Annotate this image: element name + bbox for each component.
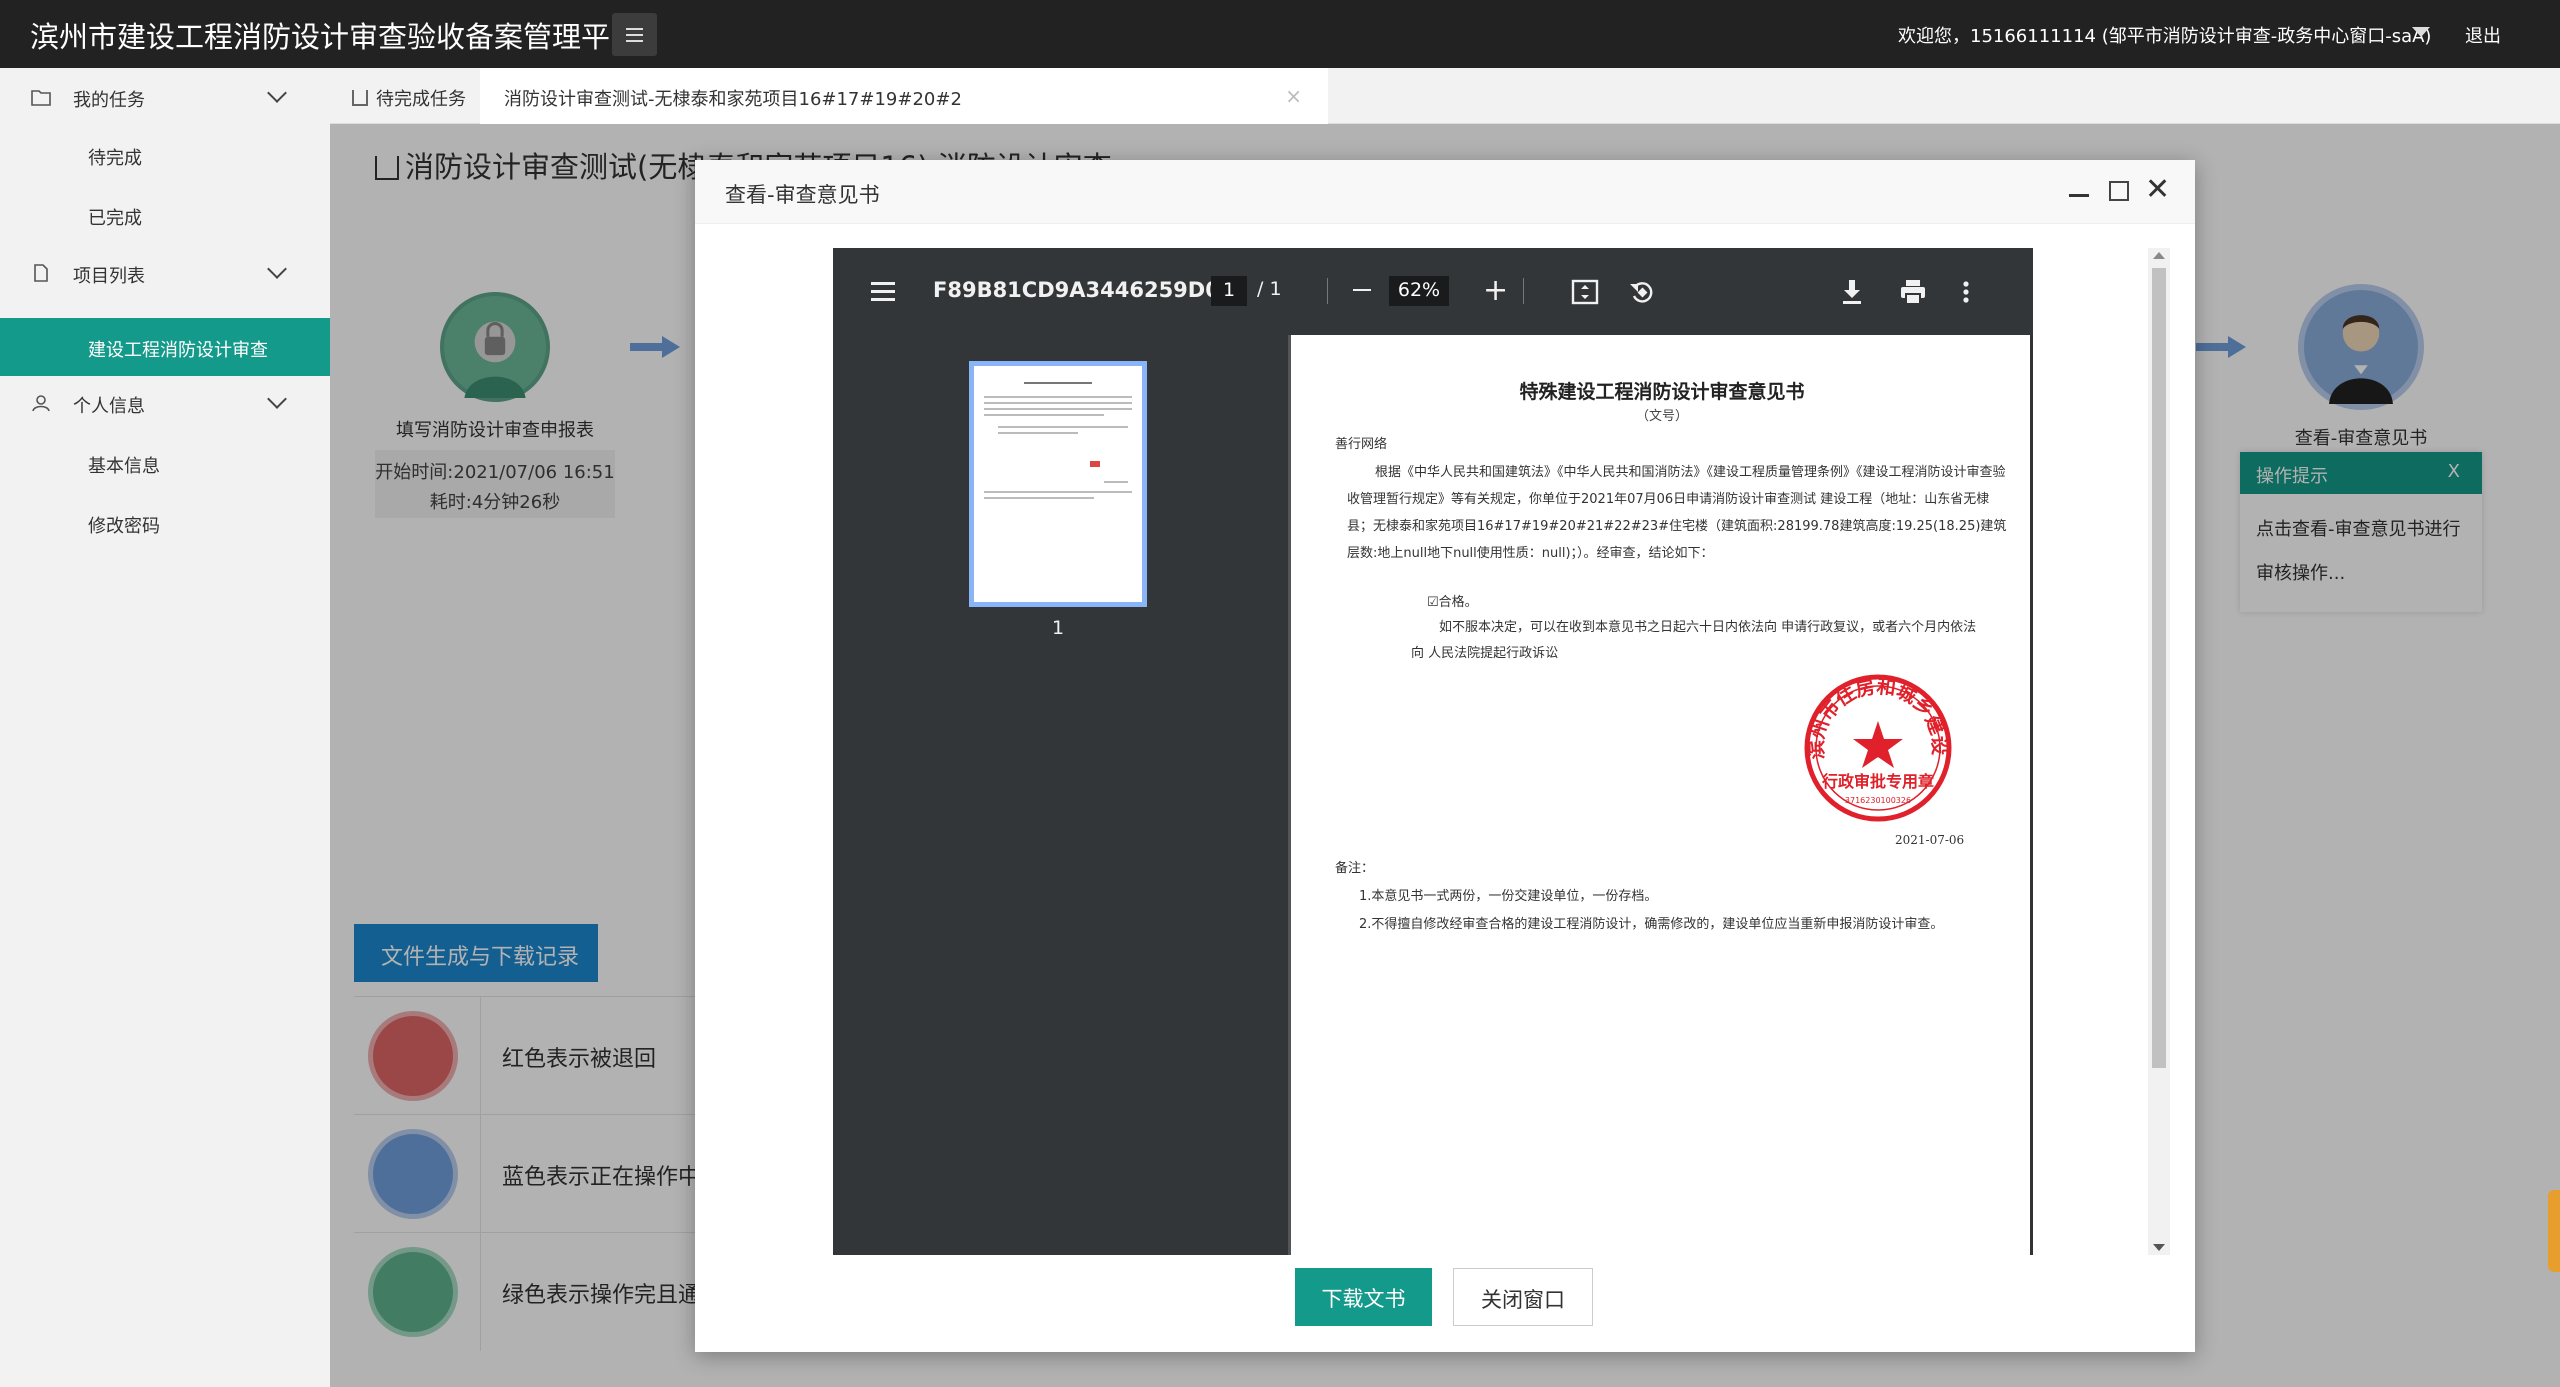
sidebar-group-projects[interactable]: 项目列表 [0,244,330,302]
divider [1327,278,1328,304]
file-icon [34,264,48,282]
top-header: 滨州市建设工程消防设计审查验收备案管理平台 欢迎您，15166111114 (邹… [0,0,2560,68]
modal-header: 查看-审查意见书 ✕ [695,160,2195,224]
sidebar-group-personal[interactable]: 个人信息 [0,374,330,432]
tab-current-project[interactable]: 消防设计审查测试-无棣泰和家苑项目16#17#19#20#2 × [480,68,1328,124]
thumbnail-page-number: 1 [1052,617,1065,639]
chevron-down-icon [267,259,287,279]
document-appeal: 如不服本决定，可以在收到本意见书之日起六十日内依法向 申请行政复议，或者六个月内… [1411,620,1977,661]
document-notes-heading: 备注： [1335,861,1375,876]
divider [1523,278,1524,304]
sidebar-item-label: 修改密码 [88,516,160,537]
more-options-icon[interactable] [1961,278,1971,306]
page-number-input[interactable]: 1 [1211,276,1247,306]
document-note: 1.本意见书一式两份，一份交建设单位，一份存档。 [1359,889,1658,904]
sidebar-group-label: 项目列表 [73,266,145,287]
pdf-viewer: F89B81CD9A3446259D0... 1 / 1 62% + 1 特殊建… [833,248,2033,1255]
folder-icon [31,90,51,106]
page-thumbnail[interactable] [969,361,1147,607]
modal-scrollbar[interactable] [2148,248,2170,1255]
minimize-icon[interactable] [2069,194,2089,197]
document-conclusion: ☑合格。 [1427,595,1478,610]
zoom-out-button[interactable] [1353,289,1371,291]
tab-bar: 待完成任务 消防设计审查测试-无棣泰和家苑项目16#17#19#20#2 × [330,68,2560,124]
tab-label: 待完成任务 [376,89,466,110]
modal-title: 查看-审查意见书 [725,183,880,207]
menu-toggle-button[interactable] [612,13,657,56]
document-note: 2.不得擅自修改经审查合格的建设工程消防设计，确需修改的，建设单位应当重新申报消… [1359,917,1944,932]
menu-icon[interactable] [871,282,895,306]
maximize-icon[interactable] [2109,181,2129,201]
caret-down-icon[interactable] [2412,27,2430,37]
sidebar-item-change-password[interactable]: 修改密码 [0,494,330,552]
view-opinion-modal: 查看-审查意见书 ✕ F89B81CD9A3446259D0... 1 / 1 … [695,160,2195,1352]
page-total: / 1 [1257,278,1282,300]
tab-pending-tasks[interactable]: 待完成任务 [352,68,466,124]
document-title: 特殊建设工程消防设计审查意见书 [1519,381,1805,403]
user-icon [32,395,50,412]
document-body: 根据《中华人民共和国建筑法》《中华人民共和国消防法》《建设工程质量管理条例》《建… [1347,465,2007,561]
close-window-button[interactable]: 关闭窗口 [1453,1268,1593,1326]
sidebar-group-label: 我的任务 [73,90,145,111]
sidebar-item-basic-info[interactable]: 基本信息 [0,434,330,492]
app-title: 滨州市建设工程消防设计审查验收备案管理平台 [30,20,640,54]
scroll-down-icon[interactable] [2153,1244,2165,1251]
scrollbar-thumb[interactable] [2152,268,2166,1068]
sidebar-group-label: 个人信息 [73,396,145,417]
sidebar-item-pending[interactable]: 待完成 [0,126,330,184]
side-handle[interactable] [2548,1190,2560,1272]
pdf-toolbar: F89B81CD9A3446259D0... 1 / 1 62% + [833,248,2033,335]
svg-text:3716230100326: 3716230100326 [1845,796,1911,805]
document-number: （文号） [1635,409,1688,424]
sidebar-item-label: 已完成 [88,208,142,229]
print-icon[interactable] [1899,278,1927,306]
sidebar-item-label: 待完成 [88,148,142,169]
logout-link[interactable]: 退出 [2465,22,2501,48]
fit-page-icon[interactable] [1571,278,1599,306]
chevron-down-icon [267,83,287,103]
download-document-button[interactable]: 下载文书 [1295,1268,1432,1326]
sidebar-item-fire-design-review[interactable]: 建设工程消防设计审查 [0,318,330,376]
document-recipient: 善行网络 [1335,437,1388,452]
tab-label: 消防设计审查测试-无棣泰和家苑项目16#17#19#20#2 [504,89,962,110]
download-icon[interactable] [1839,278,1865,306]
sidebar-item-label: 建设工程消防设计审查 [88,340,268,361]
rotate-icon[interactable] [1628,278,1656,306]
chevron-down-icon [267,389,287,409]
user-info[interactable]: 欢迎您，15166111114 (邹平市消防设计审查-政务中心窗口-saA) [1898,22,2431,48]
zoom-in-button[interactable]: + [1483,276,1508,306]
official-seal-stamp: 滨州市住房和城乡建设局 行政审批专用章 (章) 3716230100326 [1803,673,1952,822]
sidebar-item-done[interactable]: 已完成 [0,186,330,244]
close-icon[interactable]: × [1285,84,1302,108]
close-icon[interactable]: ✕ [2145,172,2170,207]
seal-inner: (章) [1870,748,1886,760]
home-icon [352,90,368,106]
sidebar-group-my-tasks[interactable]: 我的任务 [0,68,330,126]
pdf-file-name: F89B81CD9A3446259D0... [933,278,1244,302]
scroll-up-icon[interactable] [2153,252,2165,259]
sidebar: 我的任务 待完成 已完成 项目列表 建设工程消防设计审查 个人信息 基本信息 修… [0,68,330,1387]
sidebar-item-label: 基本信息 [88,456,160,477]
document-date: 2021-07-06 [1895,833,1965,847]
zoom-level-input[interactable]: 62% [1389,276,1449,306]
thumbnail-pane: 1 [833,335,1288,1255]
svg-text:行政审批专用章: 行政审批专用章 [1821,772,1934,791]
pdf-page: 特殊建设工程消防设计审查意见书 （文号） 善行网络 根据《中华人民共和国建筑法》… [1291,335,2033,1255]
